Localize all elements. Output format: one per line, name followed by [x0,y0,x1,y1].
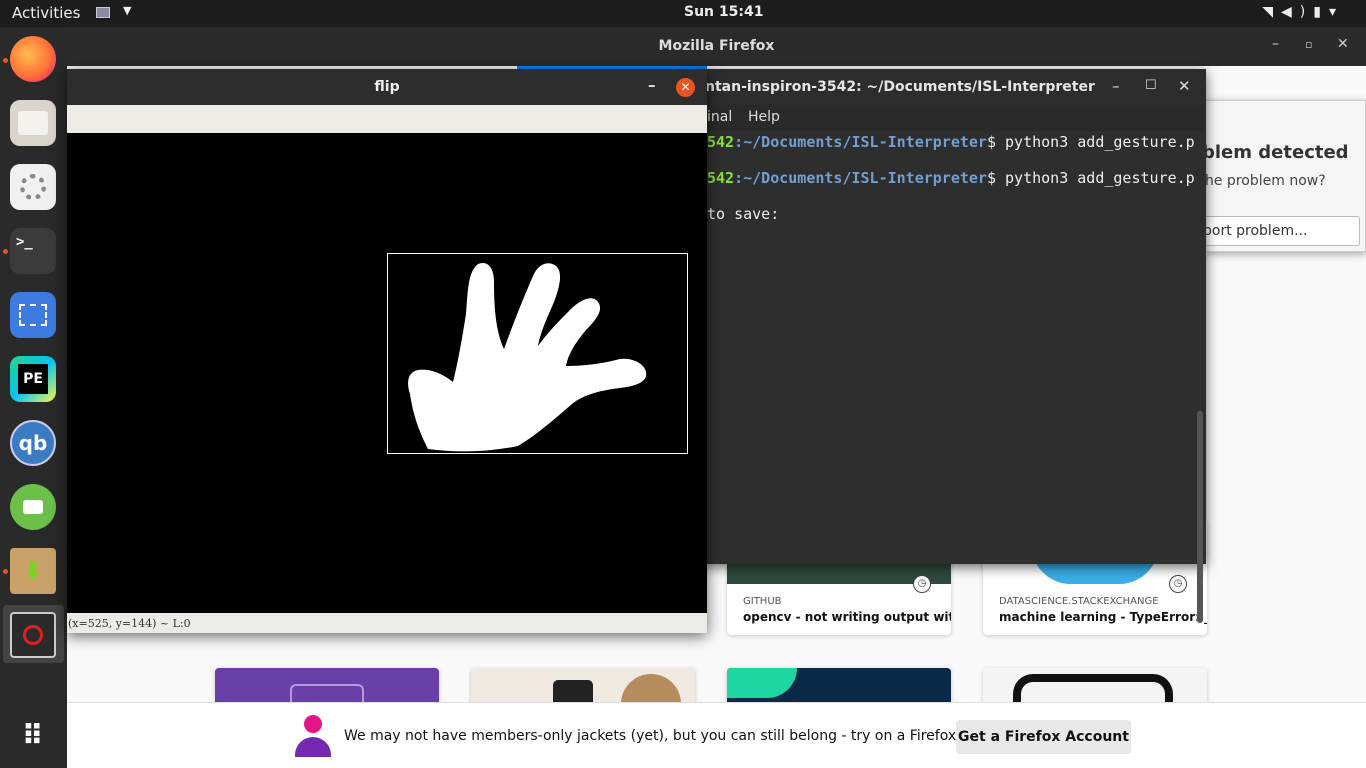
card-title: machine learning - TypeError: _... [999,610,1207,624]
minimize-icon[interactable]: – [1112,77,1120,95]
running-indicator [3,569,8,574]
card-source: GITHUB [743,596,782,607]
wifi-icon: ◥ [1262,4,1282,20]
card-thumbnail [727,668,797,698]
running-indicator [3,249,8,254]
volume-icon: ◀) [1281,4,1314,20]
screenshot-icon[interactable] [10,292,56,338]
menu-help[interactable]: Help [748,109,780,125]
get-firefox-account-button[interactable]: Get a Firefox Account [956,720,1131,754]
terminal-icon[interactable]: >_ [10,228,56,274]
pycharm-edu-icon[interactable]: PE [10,356,56,402]
firefox-icon[interactable] [10,36,56,82]
prompt-path: :~/Documents/ISL-Interpreter [734,133,987,151]
firefox-window-title: Mozilla Firefox [658,38,775,54]
clock[interactable]: Sun 15:41 [684,4,763,20]
running-indicator [3,58,8,63]
activities-button[interactable]: Activities [12,4,80,22]
close-icon[interactable]: ✕ [1337,36,1349,52]
chevron-down-icon: ▾ [1328,4,1344,20]
prompt-host: 542 [707,133,735,151]
chevron-down-icon[interactable]: ▼ [123,4,131,17]
image-canvas[interactable] [67,133,707,613]
terminal-title: ntan-inspiron-3542: ~/Documents/ISL-Inte… [705,79,1095,95]
maximize-icon[interactable]: ▫ [1305,38,1312,51]
battery-icon: ▮ [1313,4,1329,20]
close-icon[interactable]: ✕ [1178,77,1191,95]
menu-terminal[interactable]: inal [707,109,732,125]
keyboard-layout-flag-icon[interactable] [96,7,110,18]
terminal-window[interactable]: ntan-inspiron-3542: ~/Documents/ISL-Inte… [700,69,1206,623]
minimize-icon[interactable]: – [648,76,656,94]
qbittorrent-icon[interactable]: qb [10,420,56,466]
command-text: $ python3 add_gesture.p [986,169,1195,187]
person-icon [293,715,331,759]
top-bar: Activities ▼ Sun 15:41 ◥◀)▮▾ [0,0,1366,27]
flip-app-icon[interactable] [10,612,56,658]
prompt-path: :~/Documents/ISL-Interpreter [734,169,987,187]
region-of-interest-box [387,253,688,454]
settings-icon[interactable] [10,164,56,210]
hand-mask-image [408,262,647,452]
problem-report-dialog: blem detected he problem now? port probl… [1205,100,1366,252]
show-applications-icon[interactable]: ⠿ [10,712,56,758]
terminal-scrollbar[interactable] [1197,411,1203,623]
cloud-sync-icon[interactable] [10,484,56,530]
problem-question: he problem now? [1205,173,1326,189]
report-problem-button[interactable]: port problem... [1206,216,1360,246]
clock-icon: ◷ [913,575,931,593]
maximize-icon[interactable]: ☐ [1145,78,1157,93]
prompt-host: 542 [707,169,735,187]
status-bar: (x=525, y=144) ~ L:0 [67,613,707,633]
clock-icon: ◷ [1169,575,1187,593]
firefox-account-notice: We may not have members-only jackets (ye… [67,702,1366,768]
terminal-line: 542:~/Documents/ISL-Interpreter$ python3… [707,169,1195,187]
firefox-titlebar[interactable]: Mozilla Firefox – ▫ ✕ [67,27,1366,66]
files-icon[interactable] [10,100,56,146]
archive-manager-icon[interactable]: ⬇ [10,548,56,594]
card-title: opencv - not writing output with... [743,610,951,624]
flip-window[interactable]: flip – ✕ (x=525, y=144) ~ L:0 [67,69,707,633]
notice-message: We may not have members-only jackets (ye… [344,728,1022,744]
card-source: DATASCIENCE.STACKEXCHANGE [999,596,1159,607]
system-tray[interactable]: ◥◀)▮▾ [1262,4,1344,20]
flip-toolbar [67,105,707,133]
minimize-icon[interactable]: – [1272,36,1279,52]
terminal-output[interactable]: 542:~/Documents/ISL-Interpreter$ python3… [700,131,1206,623]
terminal-prompt-line: to save: [707,205,780,223]
command-text: $ python3 add_gesture.p [986,133,1195,151]
terminal-menubar: inal Help [700,105,1206,131]
close-icon[interactable]: ✕ [676,78,695,97]
terminal-line: 542:~/Documents/ISL-Interpreter$ python3… [707,133,1195,151]
flip-titlebar[interactable]: flip – ✕ [67,69,707,105]
card-thumbnail [1013,674,1173,704]
problem-heading: blem detected [1205,142,1349,163]
dock: >_ PE qb ⬇ ⠿ [0,27,67,768]
flip-window-title: flip [374,79,400,95]
